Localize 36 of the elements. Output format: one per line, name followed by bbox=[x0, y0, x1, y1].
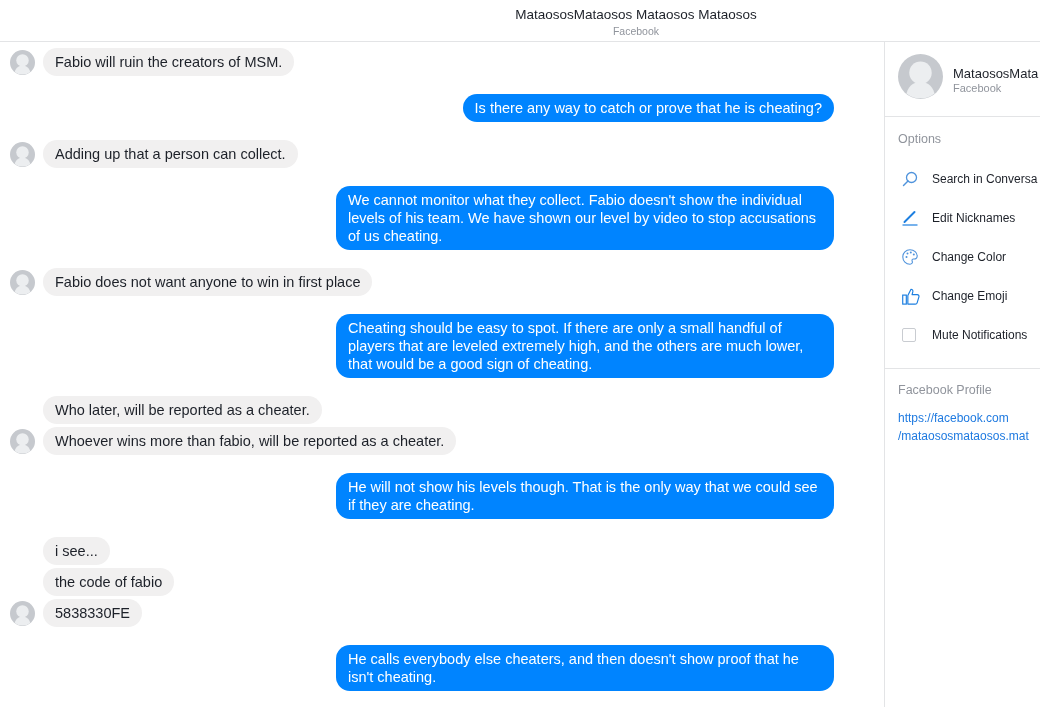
conversation-title: MataososMataosos Mataosos Mataosos bbox=[515, 6, 757, 24]
search-icon bbox=[902, 170, 918, 187]
menu-item[interactable]: Edit Nicknames bbox=[898, 198, 1016, 237]
avatar-icon bbox=[10, 142, 35, 167]
outgoing-message: Cheating should be easy to spot. If there are only a small handful of players that are leveled extremely high, and the others are much lower, that would be a good sign of cheating. bbox=[336, 314, 834, 378]
profile-link[interactable]: https://facebook.com /mataososmataosos.mat bbox=[898, 409, 1029, 445]
incoming-message: i see... bbox=[43, 537, 110, 565]
incoming-message: the code of fabio bbox=[43, 568, 175, 596]
menu-item[interactable]: Change Color bbox=[898, 237, 1007, 276]
contact-name: MataososMata bbox=[953, 66, 1039, 82]
thumbs-up-icon bbox=[902, 286, 920, 305]
menu-item[interactable]: Mute Notifications bbox=[898, 315, 1028, 354]
avatar-icon bbox=[10, 270, 35, 295]
avatar-icon bbox=[10, 429, 35, 454]
pencil-icon bbox=[902, 209, 918, 226]
outgoing-message: We cannot monitor what they collect. Fabio doesn't show the individual levels of his team. We have shown our level by video to stop accusations of us cheating. bbox=[336, 186, 834, 250]
avatar-icon bbox=[10, 50, 35, 75]
menu-item[interactable]: Change Emoji bbox=[898, 276, 1008, 315]
incoming-message: Who later, will be reported as a cheater. bbox=[43, 396, 322, 424]
section-heading: Options bbox=[898, 131, 942, 147]
incoming-message: Fabio will ruin the creators of MSM. bbox=[43, 48, 295, 76]
outgoing-message: He will not show his levels though. That is the only way that we could see if they are cheating. bbox=[336, 473, 834, 519]
incoming-message: Whoever wins more than fabio, will be reported as a cheater. bbox=[43, 427, 457, 455]
avatar-icon bbox=[10, 601, 35, 626]
incoming-message: Adding up that a person can collect. bbox=[43, 140, 298, 168]
incoming-message: 5838330FE bbox=[43, 599, 142, 627]
avatar-icon bbox=[898, 54, 943, 99]
conversation-subtitle: Facebook bbox=[612, 24, 660, 38]
section-heading: Facebook Profile bbox=[898, 382, 992, 398]
contact-subtitle: Facebook bbox=[953, 82, 1003, 95]
checkbox[interactable] bbox=[902, 327, 916, 342]
outgoing-message: He calls everybody else cheaters, and then doesn't show proof that he isn't cheating. bbox=[336, 645, 834, 691]
menu-item[interactable]: Search in Conversa bbox=[898, 159, 1038, 198]
incoming-message: Fabio does not want anyone to win in first place bbox=[43, 268, 373, 296]
outgoing-message: Is there any way to catch or prove that he is cheating? bbox=[462, 94, 834, 122]
palette-icon bbox=[902, 248, 918, 265]
